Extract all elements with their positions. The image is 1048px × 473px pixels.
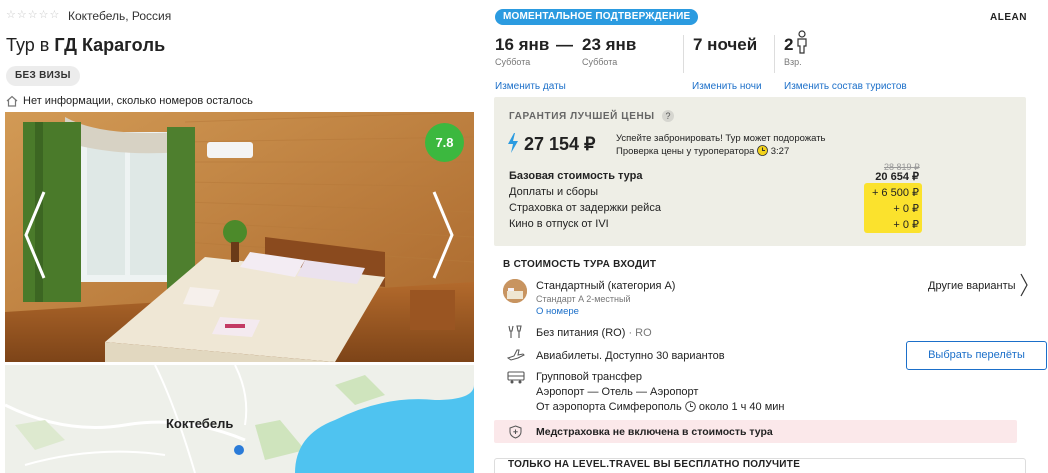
- price-row-value: + 0 ₽: [893, 203, 919, 215]
- transfer-from: От аэропорта Симферополь: [536, 401, 682, 413]
- price-check-text: Проверка цены у туроператора: [616, 146, 755, 157]
- star-icon: ☆: [38, 9, 49, 21]
- star-icon: ☆: [27, 9, 38, 21]
- price-row-value: + 6 500 ₽: [871, 187, 919, 199]
- adults-count: 2: [784, 35, 794, 54]
- date-to: 23 янв: [582, 35, 637, 54]
- tour-operator: ALEAN: [990, 12, 1027, 23]
- meal-plan: Без питания (RO) · RO: [536, 327, 652, 339]
- room-name: Стандартный (категория A): [536, 280, 676, 292]
- photo-next-icon[interactable]: [430, 190, 456, 280]
- price-row-label: Доплаты и сборы: [509, 186, 599, 198]
- person-icon: [795, 30, 809, 57]
- day-from: Суббота: [495, 57, 531, 67]
- rooms-availability: Нет информации, сколько номеров осталось: [6, 95, 253, 107]
- clock-icon: [685, 401, 696, 415]
- transfer-title: Групповой трансфер: [536, 371, 643, 383]
- room-thumbnail[interactable]: [503, 279, 527, 303]
- price-row-value: + 0 ₽: [893, 219, 919, 231]
- price-row-label: Страховка от задержки рейса: [509, 202, 661, 214]
- lightning-icon: [507, 133, 519, 156]
- photo-prev-icon[interactable]: [22, 190, 48, 280]
- includes-heading: В СТОИМОСТЬ ТУРА ВХОДИТ: [503, 259, 657, 270]
- change-nights-link[interactable]: Изменить ночи: [692, 81, 762, 92]
- adults-label: Взр.: [784, 57, 802, 67]
- change-dates-link[interactable]: Изменить даты: [495, 81, 566, 92]
- price-notice-line2: Проверка цены у туроператора 3:27: [616, 145, 826, 160]
- hotel-location: Коктебель, Россия: [68, 9, 172, 23]
- timer-icon: [757, 145, 769, 160]
- instant-confirmation-badge: МОМЕНТАЛЬНОЕ ПОДТВЕРЖДЕНИЕ: [495, 9, 699, 25]
- insurance-warning-text: Медстраховка не включена в стоимость тур…: [536, 426, 773, 438]
- visa-badge: БЕЗ ВИЗЫ: [6, 66, 80, 86]
- free-benefits-heading: ТОЛЬКО НА LEVEL.TRAVEL ВЫ БЕСПЛАТНО ПОЛУ…: [508, 459, 801, 470]
- price-row-label: Базовая стоимость тура: [509, 170, 643, 182]
- star-icon: ☆: [16, 9, 27, 21]
- hotel-name[interactable]: ГД Карагoль: [54, 35, 165, 55]
- hotel-stars: ☆ ☆ ☆ ☆ ☆: [6, 9, 59, 21]
- transfer-route: Аэропорт — Отель — Аэропорт: [536, 386, 699, 398]
- date-from: 16 янв: [495, 35, 550, 54]
- location-map[interactable]: [5, 365, 474, 473]
- select-flights-button[interactable]: Выбрать перелёты: [906, 341, 1047, 370]
- page-title: Тур в ГД Карагoль: [6, 35, 165, 56]
- nights-count: 7 ночей: [693, 35, 758, 54]
- chevron-right-icon[interactable]: [1019, 272, 1029, 301]
- price-row-label: Кино в отпуск от IVI: [509, 218, 609, 230]
- divider: [774, 35, 775, 73]
- price-notice-line1: Успейте забронировать! Тур может подорож…: [616, 133, 826, 144]
- shield-icon: [509, 425, 522, 442]
- meal-icon: [507, 325, 523, 342]
- price-row-value: 20 654 ₽: [875, 171, 919, 183]
- transfer-duration: От аэропорта Симферополь около 1 ч 40 ми…: [536, 401, 785, 415]
- day-to: Суббота: [582, 57, 618, 67]
- rating-badge: 7.8: [425, 123, 464, 162]
- price-notice: Успейте забронировать! Тур может подорож…: [616, 133, 826, 160]
- change-tourists-link[interactable]: Изменить состав туристов: [784, 81, 907, 92]
- bus-icon: [507, 370, 525, 387]
- map-city-label: Коктебель: [166, 416, 234, 431]
- other-variants-link[interactable]: Другие варианты: [928, 280, 1016, 292]
- date-dash: —: [556, 35, 573, 54]
- airplane-icon: [506, 348, 525, 365]
- room-details-link[interactable]: О номере: [536, 306, 579, 317]
- help-icon[interactable]: ?: [662, 110, 674, 122]
- divider: [683, 35, 684, 73]
- flights-info: Авиабилеты. Доступно 30 вариантов: [536, 350, 725, 362]
- room-type: Стандарт A 2-местный: [536, 294, 631, 304]
- countdown-timer: 3:27: [770, 146, 790, 157]
- meal-plan-name: Без питания (RO): [536, 327, 626, 339]
- hotel-photo[interactable]: [5, 112, 474, 362]
- star-icon: ☆: [49, 9, 60, 21]
- best-price-guarantee: ГАРАНТИЯ ЛУЧШЕЙ ЦЕНЫ: [509, 111, 655, 122]
- star-icon: ☆: [6, 9, 16, 21]
- rooms-info-text: Нет информации, сколько номеров осталось: [23, 95, 253, 107]
- total-price: 27 154 ₽: [524, 134, 596, 154]
- meal-plan-code: · RO: [628, 327, 652, 339]
- title-prefix: Тур в: [6, 35, 50, 55]
- transfer-time: около 1 ч 40 мин: [698, 401, 785, 413]
- house-icon: [6, 95, 18, 107]
